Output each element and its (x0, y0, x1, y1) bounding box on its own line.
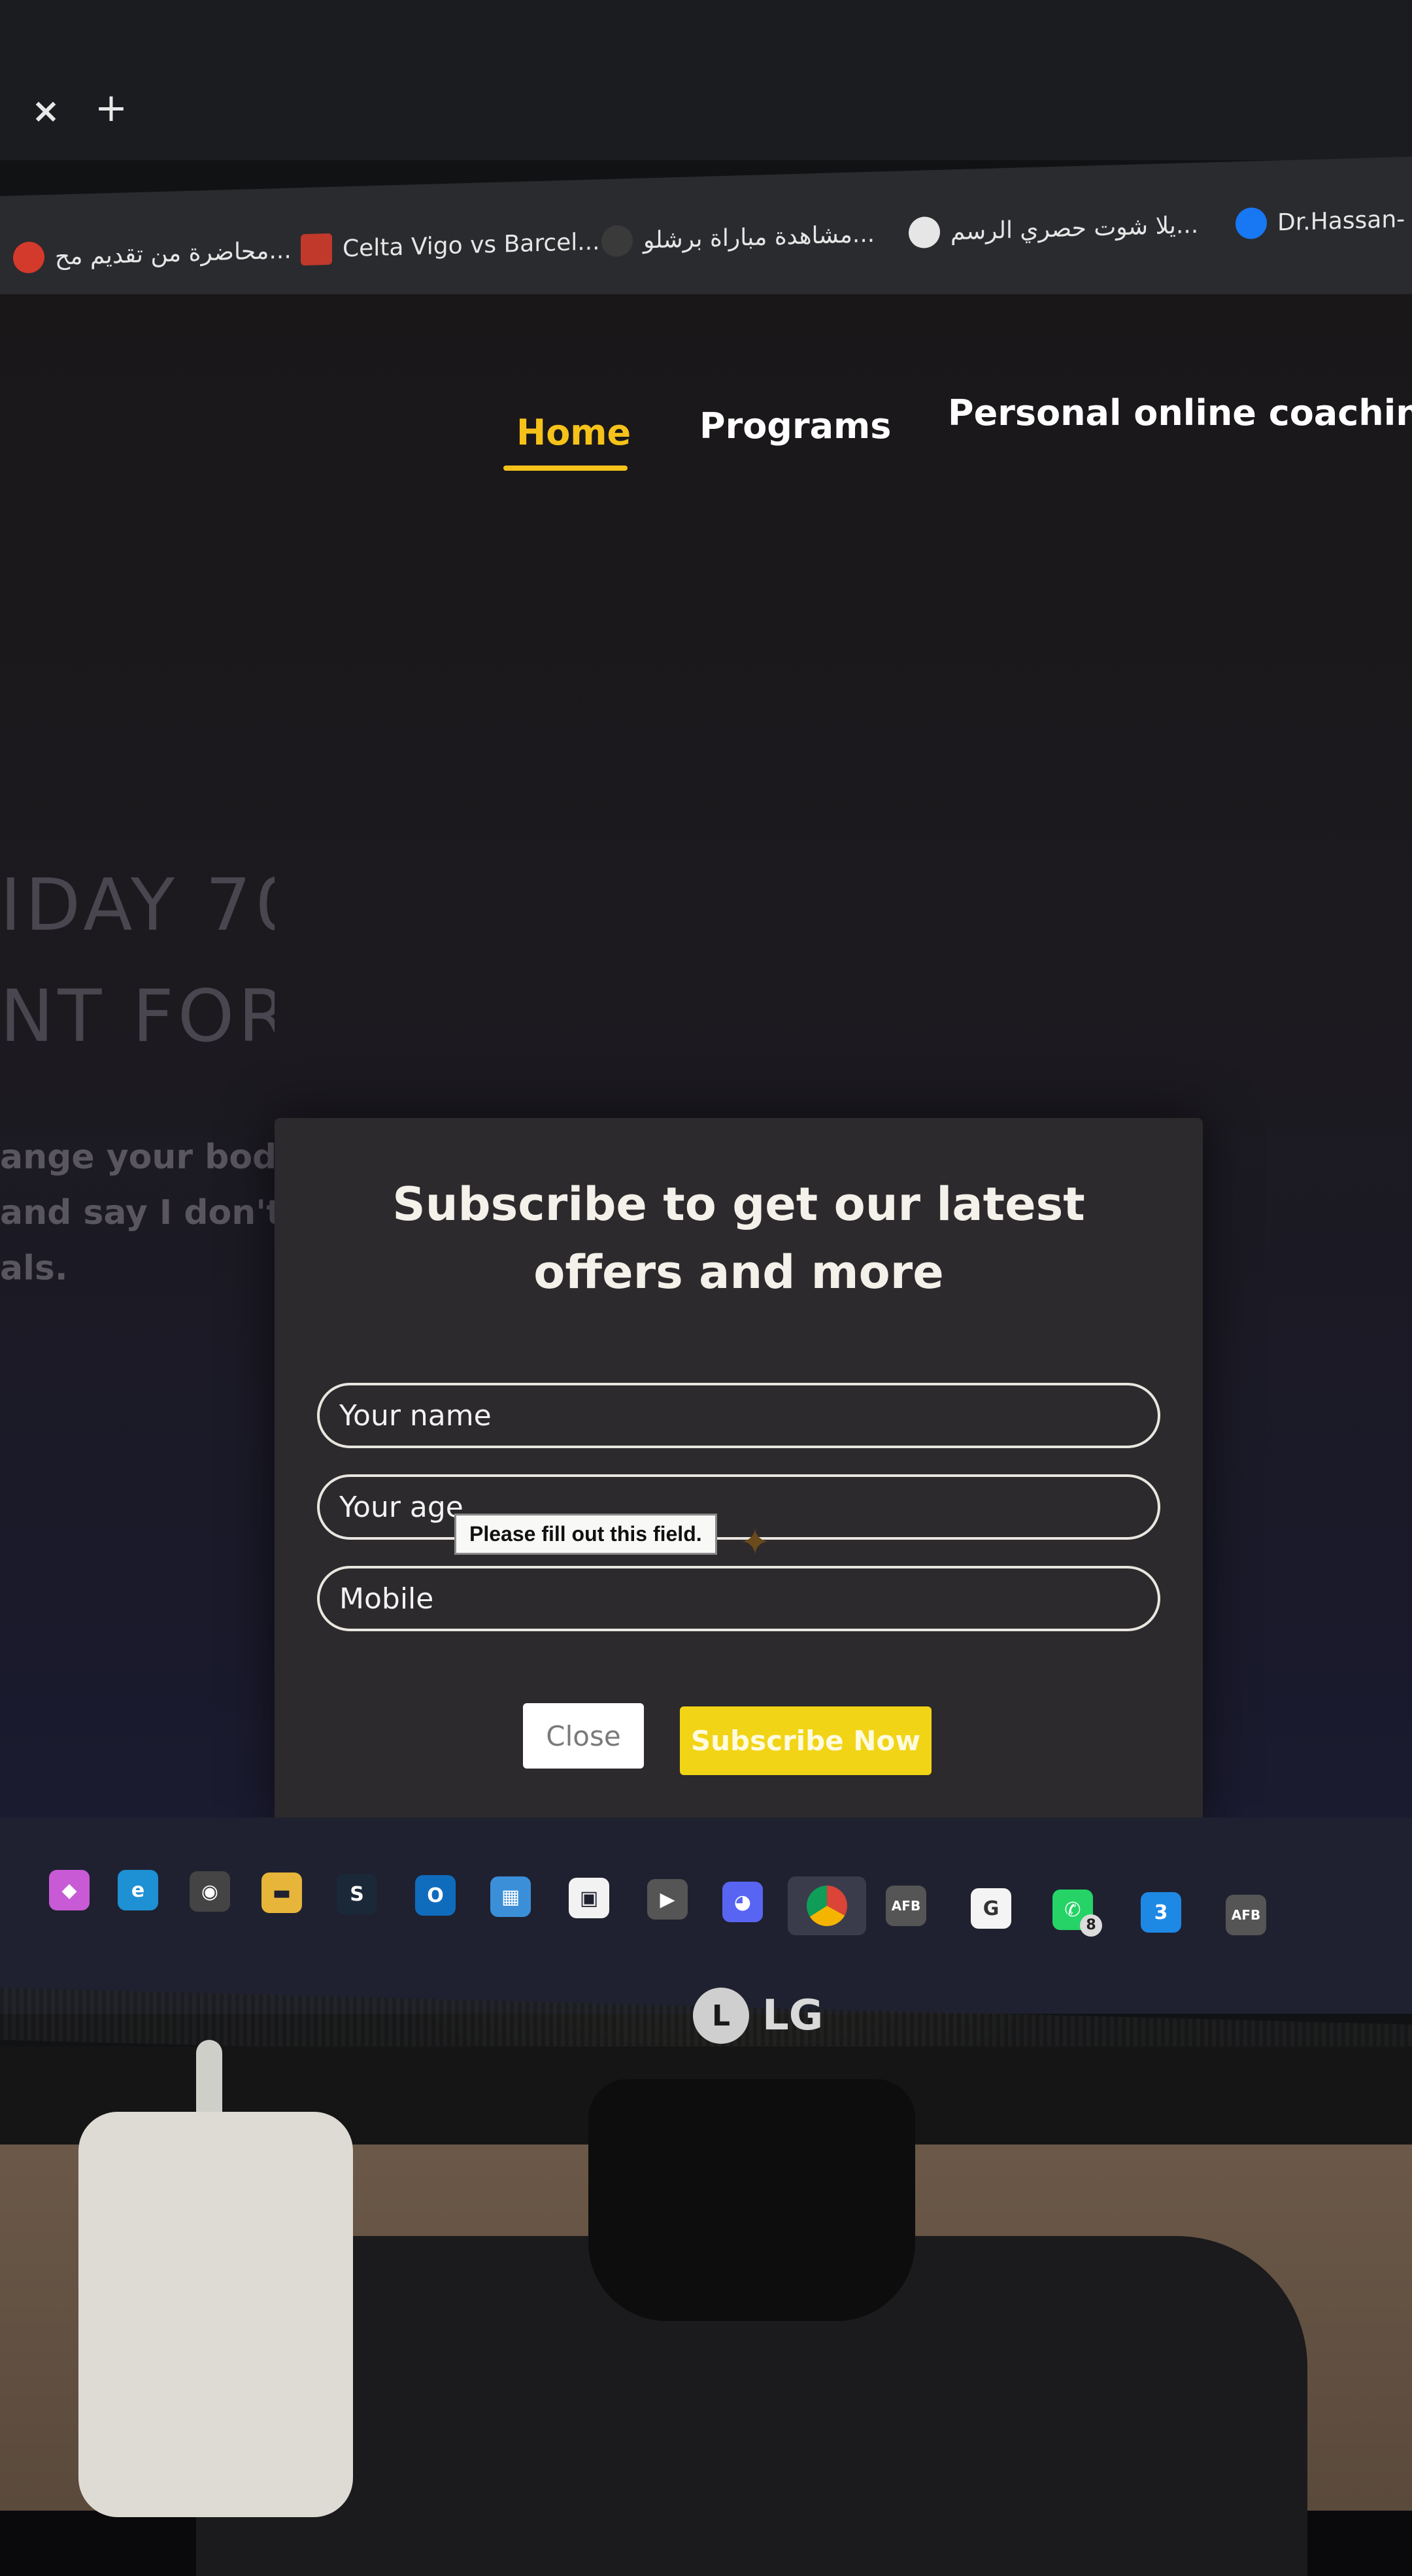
bookmark-item[interactable]: محاضرة من تقديم مح... (13, 228, 292, 281)
mobile-field[interactable] (317, 1566, 1160, 1631)
lg-circle-icon: L (693, 1988, 749, 2044)
phone-charger (78, 2112, 353, 2517)
outlook-icon[interactable]: O (415, 1875, 456, 1916)
photos-icon[interactable]: ▦ (490, 1876, 531, 1917)
new-tab-icon[interactable]: + (92, 88, 131, 127)
close-button[interactable]: Close (523, 1703, 644, 1769)
nav-programs[interactable]: Programs (699, 405, 891, 447)
site-icon (301, 233, 332, 266)
subscribe-modal: Subscribe to get our latest offers and m… (275, 1118, 1203, 1824)
lg-brand-text: LG (762, 1991, 824, 2040)
bookmark-item[interactable]: مشاهدة مباراة برشلو... (601, 211, 875, 265)
monitor-stand-neck (588, 2079, 915, 2321)
windows-taskbar: ◆ e ◉ ▬ S O ▦ ▣ ▶ ◕ AFB G ✆ 8 3 AFB (0, 1818, 1412, 2014)
discord-icon[interactable]: ◕ (722, 1882, 763, 1922)
modal-title: Subscribe to get our latest offers and m… (392, 1178, 1085, 1299)
hero-text-line: als. (0, 1249, 68, 1288)
monitor-screen: × + محاضرة من تقديم مح... Celta Vigo vs … (0, 0, 1412, 2158)
hero-heading-line-2: NT FOR LI (0, 974, 275, 1058)
bookmark-item[interactable]: يلا شوت حصري الرسم... (909, 202, 1198, 256)
chrome-icon (807, 1886, 847, 1926)
bookmark-label: محاضرة من تقديم مح... (55, 237, 292, 271)
facebook-icon (1236, 207, 1267, 240)
obs-icon[interactable]: ◉ (190, 1871, 230, 1912)
whatsapp-badge: 8 (1080, 1914, 1102, 1937)
website-page: Home Programs Personal online coaching I… (0, 294, 1412, 2158)
afb-2-icon[interactable]: AFB (1226, 1895, 1266, 1935)
nav-personal-coaching[interactable]: Personal online coaching (948, 392, 1412, 433)
bookmark-label: يلا شوت حصري الرسم... (950, 211, 1199, 245)
browser-tab-strip: × + (0, 0, 1412, 160)
validation-tooltip: Please fill out this field. (454, 1514, 717, 1555)
whatsapp-glyph: ✆ (1064, 1898, 1081, 1922)
audio-icon (13, 241, 44, 274)
bookmark-label: Dr.Hassan- (1277, 205, 1405, 236)
lg-logo: L LG (693, 1988, 823, 2044)
file-explorer-icon[interactable]: ▬ (261, 1873, 302, 1913)
ball-icon (909, 216, 940, 249)
arrow-icon (601, 224, 633, 258)
site-logo-icon: ✦ (739, 1521, 771, 1564)
bookmark-item[interactable]: Celta Vigo vs Barcel... (301, 218, 600, 273)
copilot-icon[interactable]: ◆ (49, 1870, 90, 1910)
nav-home[interactable]: Home (516, 412, 631, 453)
hero-text-line: ange your body, (0, 1138, 294, 1177)
nav-home-underline (503, 466, 628, 471)
media-icon[interactable]: ▶ (647, 1879, 688, 1920)
hero-heading-line-1: IDAY 70 (0, 863, 275, 947)
steam-icon[interactable]: S (337, 1874, 377, 1914)
whatsapp-icon[interactable]: ✆ 8 (1052, 1890, 1102, 1937)
bookmark-label: Celta Vigo vs Barcel... (343, 228, 600, 262)
hero-text-line: and say I don't le (0, 1193, 294, 1232)
app-3-icon[interactable]: 3 (1141, 1892, 1181, 1933)
close-tab-icon[interactable]: × (26, 92, 65, 131)
store-icon[interactable]: ▣ (569, 1878, 609, 1918)
chrome-taskbar-item[interactable] (788, 1876, 866, 1935)
bookmark-label: مشاهدة مباراة برشلو... (643, 220, 875, 254)
edge-icon[interactable]: e (118, 1870, 158, 1910)
subscribe-now-button[interactable]: Subscribe Now (680, 1706, 932, 1775)
name-field[interactable] (317, 1383, 1160, 1448)
google-icon[interactable]: G (971, 1888, 1011, 1929)
bookmark-item[interactable]: Dr.Hassan- (1236, 196, 1405, 246)
afb-icon[interactable]: AFB (886, 1886, 926, 1926)
